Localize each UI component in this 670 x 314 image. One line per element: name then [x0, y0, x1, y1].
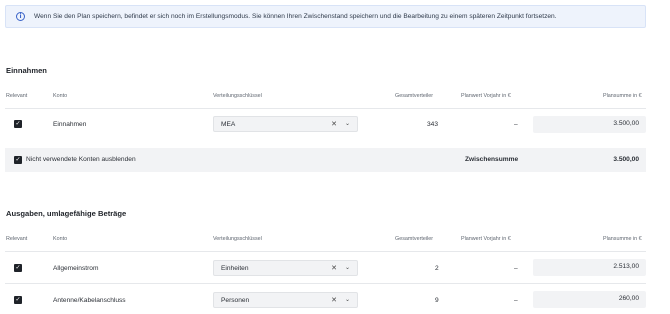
gesamtverteiler-value: 9 — [435, 297, 439, 304]
info-banner-text: Wenn Sie den Plan speichern, befindet er… — [34, 13, 557, 20]
verteilungsschluessel-select[interactable]: Einheiten ✕ ⌄ — [213, 260, 358, 276]
plansumme-input[interactable]: 3.500,00 — [533, 116, 646, 133]
konto-label: Antenne/Kabelanschluss — [53, 297, 126, 304]
col-head-verteilungsschluessel: Verteilungsschlüssel — [213, 236, 262, 242]
col-head-planwert: Planwert Vorjahr in € — [461, 93, 511, 99]
col-head-plansumme: Plansumme in € — [603, 236, 642, 242]
section-title-einnahmen: Einnahmen — [6, 66, 47, 75]
hide-unused-checkbox[interactable]: ✓ — [14, 156, 22, 164]
chevron-down-icon[interactable]: ⌄ — [345, 296, 350, 303]
relevant-checkbox[interactable]: ✓ — [14, 264, 22, 272]
plansumme-input[interactable]: 2.513,00 — [533, 259, 646, 276]
select-value: Einheiten — [221, 265, 249, 272]
col-head-planwert: Planwert Vorjahr in € — [461, 236, 511, 242]
select-value: Personen — [221, 297, 250, 304]
verteilungsschluessel-select[interactable]: Personen ✕ ⌄ — [213, 292, 358, 308]
gesamtverteiler-value: 2 — [435, 265, 439, 272]
col-head-relevant: Relevant — [6, 236, 28, 242]
relevant-checkbox[interactable]: ✓ — [14, 120, 22, 128]
col-head-gesamtverteiler: Gesamtverteiler — [395, 236, 434, 242]
chevron-down-icon[interactable]: ⌄ — [345, 264, 350, 271]
clear-icon[interactable]: ✕ — [331, 120, 337, 128]
col-head-konto: Konto — [53, 93, 68, 99]
info-banner: i Wenn Sie den Plan speichern, befindet … — [5, 5, 646, 28]
clear-icon[interactable]: ✕ — [331, 264, 337, 272]
col-head-verteilungsschluessel: Verteilungsschlüssel — [213, 93, 262, 99]
gesamtverteiler-value: 343 — [427, 121, 439, 128]
subtotal-label: Zwischensumme — [465, 156, 519, 163]
chevron-down-icon[interactable]: ⌄ — [345, 120, 350, 127]
col-head-plansumme: Plansumme in € — [603, 93, 642, 99]
info-icon: i — [16, 12, 25, 21]
col-head-relevant: Relevant — [6, 93, 28, 99]
plansumme-value: 3.500,00 — [613, 120, 639, 127]
subtotal-value: 3.500,00 — [613, 156, 639, 163]
plansumme-input[interactable]: 260,00 — [533, 291, 646, 308]
plansumme-value: 2.513,00 — [613, 263, 639, 270]
hide-unused-label[interactable]: Nicht verwendete Konten ausblenden — [26, 156, 136, 163]
planwert-value: – — [514, 297, 518, 304]
planwert-value: – — [514, 265, 518, 272]
verteilungsschluessel-select[interactable]: MEA ✕ ⌄ — [213, 116, 358, 132]
konto-label: Einnahmen — [53, 121, 87, 128]
col-head-konto: Konto — [53, 236, 68, 242]
planwert-value: – — [514, 121, 518, 128]
clear-icon[interactable]: ✕ — [331, 296, 337, 304]
konto-label: Allgemeinstrom — [53, 265, 99, 272]
col-head-gesamtverteiler: Gesamtverteiler — [395, 93, 434, 99]
relevant-checkbox[interactable]: ✓ — [14, 296, 22, 304]
plansumme-value: 260,00 — [618, 295, 639, 302]
section-title-ausgaben: Ausgaben, umlagefähige Beträge — [6, 209, 127, 218]
subtotal-bar: ✓ Nicht verwendete Konten ausblenden Zwi… — [5, 148, 646, 172]
select-value: MEA — [221, 121, 236, 128]
